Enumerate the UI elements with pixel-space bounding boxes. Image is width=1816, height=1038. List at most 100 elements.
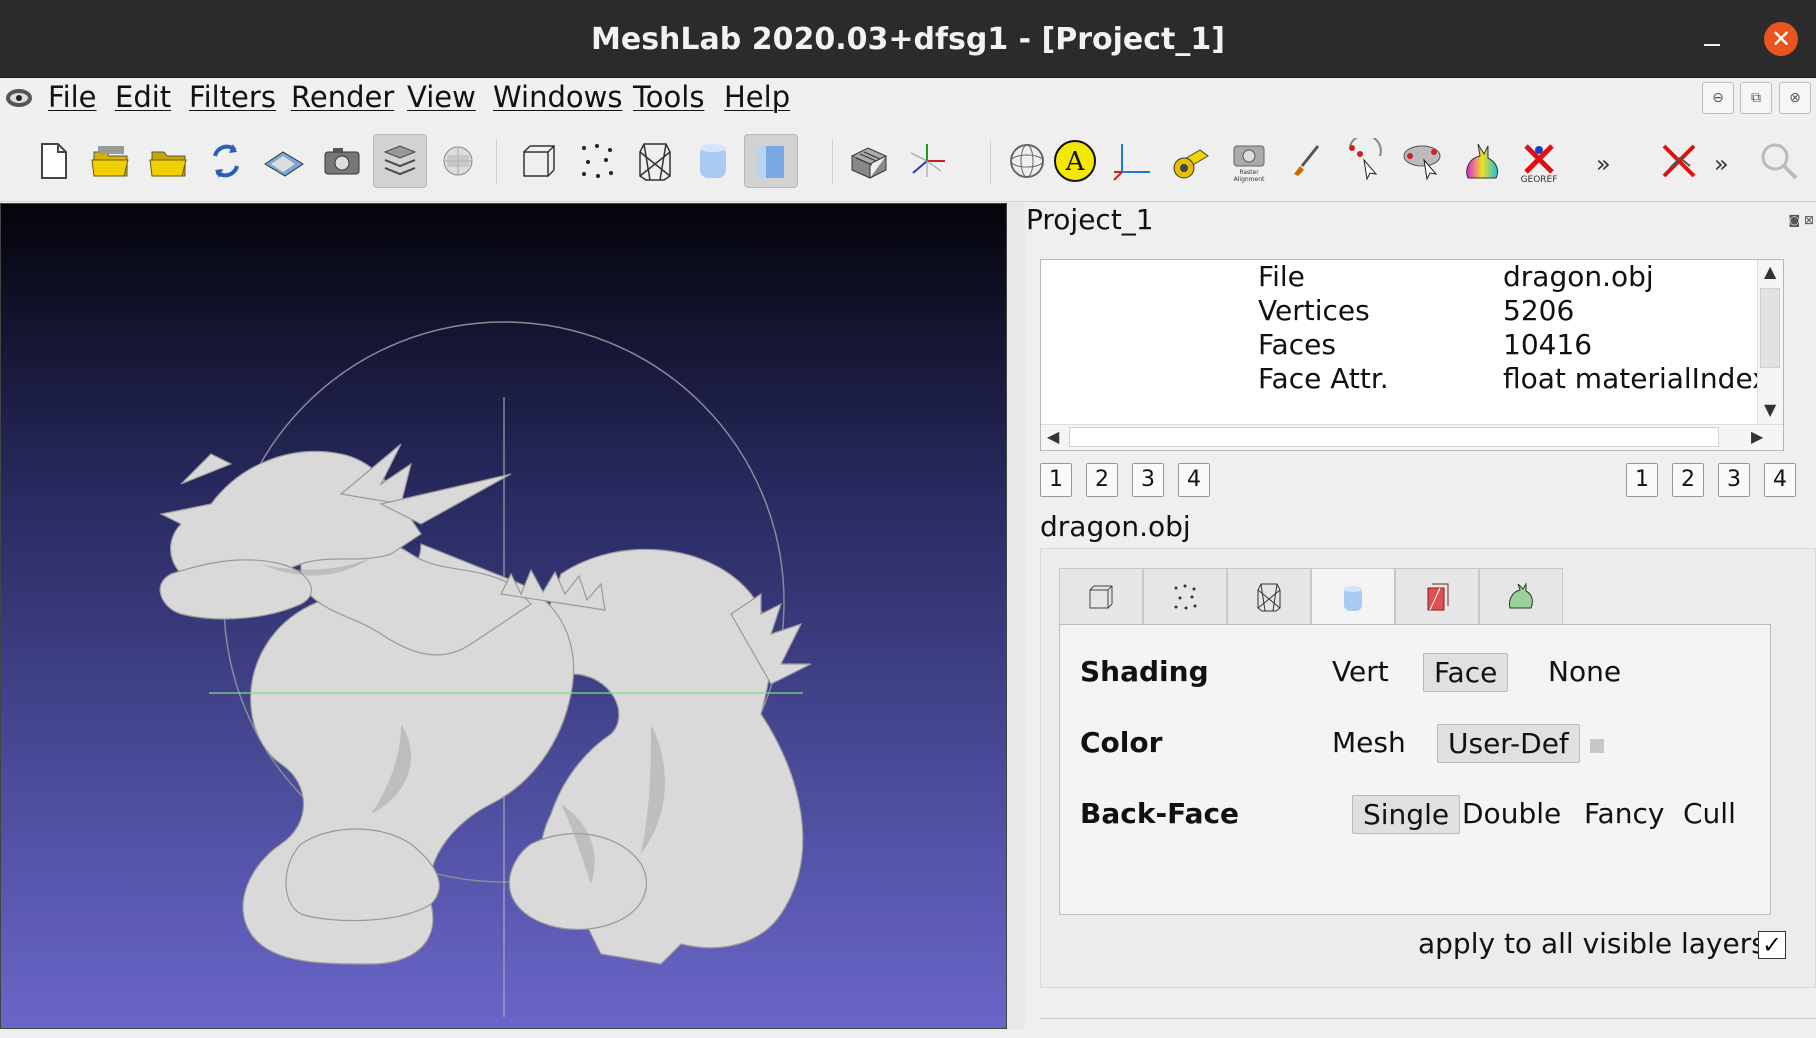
raster-alignment-icon[interactable]: Raster Alignment <box>1222 134 1276 188</box>
info-key: Vertices <box>1258 294 1370 327</box>
backface-cull-option[interactable]: Cull <box>1673 795 1746 832</box>
layer-panel: Project_1 ◙ ⊠ File dragon.obj Vertices 5… <box>1025 203 1816 1029</box>
menu-view[interactable]: View <box>407 80 476 114</box>
tab-bunny[interactable] <box>1479 568 1563 626</box>
snapshot-icon[interactable] <box>315 134 369 188</box>
tab-fill[interactable] <box>1311 568 1395 628</box>
menu-tools[interactable]: Tools <box>633 80 704 114</box>
scroll-up-icon[interactable]: ▲ <box>1764 262 1776 281</box>
measure-axis-icon[interactable] <box>1106 134 1160 188</box>
render-tab-body: Shading Vert Face None Color Mesh User-D… <box>1059 624 1771 915</box>
info-value: 5206 <box>1503 294 1575 327</box>
mdi-restore-button[interactable]: ⧉ <box>1740 82 1772 114</box>
shading-label: Shading <box>1080 655 1209 688</box>
show-raster-icon[interactable] <box>431 134 485 188</box>
open-project-icon[interactable] <box>84 134 138 188</box>
tape-measure-icon[interactable] <box>1164 134 1218 188</box>
box-icon <box>1089 585 1113 609</box>
layer-name: dragon.obj <box>1040 510 1191 543</box>
tab-wire[interactable] <box>1227 568 1311 626</box>
tab-box[interactable] <box>1059 568 1143 626</box>
horizontal-scrollbar[interactable]: ◀ ▶ <box>1041 424 1783 450</box>
dragon-model <box>159 321 812 1017</box>
scroll-thumb[interactable] <box>1760 288 1780 368</box>
menu-edit[interactable]: Edit <box>115 80 171 114</box>
fill-icon <box>1344 586 1362 611</box>
layers-icon[interactable] <box>373 134 427 188</box>
shading-face-option[interactable]: Face <box>1423 653 1509 692</box>
color-bunny-icon[interactable] <box>1454 134 1508 188</box>
axes-icon[interactable] <box>900 134 954 188</box>
search-icon[interactable] <box>1752 134 1806 188</box>
disable-icon[interactable] <box>1652 134 1706 188</box>
mdi-minimize-button[interactable]: ⊖ <box>1702 82 1734 114</box>
texture-icon <box>1427 583 1449 611</box>
menu-file[interactable]: File <box>48 80 97 114</box>
open-mesh-icon[interactable] <box>142 134 196 188</box>
wireframe-icon[interactable] <box>628 134 682 188</box>
view-1-button[interactable]: 1 <box>1040 463 1072 497</box>
toolbar-overflow-icon[interactable]: » <box>1596 150 1611 178</box>
scroll-thumb[interactable] <box>1069 427 1719 447</box>
paint-brush-icon[interactable] <box>1280 134 1334 188</box>
trackball-icon[interactable] <box>1000 134 1054 188</box>
vertical-scrollbar[interactable]: ▲ ▼ <box>1757 260 1783 424</box>
backface-fancy-option[interactable]: Fancy <box>1574 795 1674 832</box>
info-key: File <box>1258 260 1305 293</box>
alignment-icon[interactable] <box>1396 134 1450 188</box>
grid-icon[interactable] <box>842 134 896 188</box>
layer-3-button[interactable]: 3 <box>1718 463 1750 497</box>
scroll-down-icon[interactable]: ▼ <box>1764 400 1776 419</box>
menu-filters[interactable]: Filters <box>189 80 276 114</box>
smooth-shading-icon[interactable] <box>744 134 798 188</box>
layer-2-button[interactable]: 2 <box>1672 463 1704 497</box>
wire-icon <box>1257 583 1281 612</box>
apply-all-checkbox[interactable]: ✓ <box>1758 931 1786 959</box>
mdi-close-button[interactable]: ⊗ <box>1779 82 1811 114</box>
point-picking-icon[interactable] <box>1338 134 1392 188</box>
color-label: Color <box>1080 726 1163 759</box>
menu-help[interactable]: Help <box>724 80 790 114</box>
color-mesh-option[interactable]: Mesh <box>1322 724 1416 761</box>
color-userdef-option[interactable]: User-Def <box>1437 724 1580 763</box>
info-row: Face Attr. float materialIndex <box>1041 362 1781 396</box>
shading-none-option[interactable]: None <box>1538 653 1631 690</box>
panel-splitter[interactable] <box>1007 203 1025 1029</box>
3d-viewport[interactable] <box>0 203 1007 1029</box>
tab-points[interactable] <box>1143 568 1227 626</box>
backface-double-option[interactable]: Double <box>1452 795 1571 832</box>
info-key: Face Attr. <box>1258 362 1389 395</box>
panel-bottom-divider <box>1040 1018 1816 1038</box>
layer-1-button[interactable]: 1 <box>1626 463 1658 497</box>
toolbar-overflow-2-icon[interactable]: » <box>1714 150 1729 178</box>
save-icon[interactable] <box>257 134 311 188</box>
flat-shading-icon[interactable] <box>686 134 740 188</box>
reload-icon[interactable] <box>199 134 253 188</box>
info-row: Vertices 5206 <box>1041 294 1781 328</box>
points-icon <box>1174 584 1197 610</box>
layer-4-button[interactable]: 4 <box>1764 463 1796 497</box>
meshlab-logo-icon <box>6 89 32 107</box>
georef-icon[interactable]: GEOREF <box>1512 134 1566 188</box>
color-swatch[interactable] <box>1590 739 1604 753</box>
view-4-button[interactable]: 4 <box>1178 463 1210 497</box>
dragon-mesh <box>159 443 812 965</box>
dock-buttons[interactable]: ◙ ⊠ <box>1788 213 1814 227</box>
panel-title: Project_1 <box>1026 203 1154 236</box>
scroll-right-icon[interactable]: ▶ <box>1751 427 1763 446</box>
bounding-box-icon[interactable] <box>512 134 566 188</box>
new-file-icon[interactable] <box>26 134 80 188</box>
annotation-icon[interactable]: A <box>1048 134 1102 188</box>
view-2-button[interactable]: 2 <box>1086 463 1118 497</box>
points-icon[interactable] <box>570 134 624 188</box>
shading-vert-option[interactable]: Vert <box>1322 653 1399 690</box>
menu-windows[interactable]: Windows <box>493 80 622 114</box>
view-3-button[interactable]: 3 <box>1132 463 1164 497</box>
menu-render[interactable]: Render <box>291 80 394 114</box>
backface-single-option[interactable]: Single <box>1352 795 1461 834</box>
close-button[interactable]: ✕ <box>1764 22 1798 56</box>
georef-label: GEOREF <box>1521 175 1558 184</box>
scroll-left-icon[interactable]: ◀ <box>1047 427 1059 446</box>
minimize-button[interactable] <box>1700 28 1724 52</box>
tab-texture[interactable] <box>1395 568 1479 626</box>
